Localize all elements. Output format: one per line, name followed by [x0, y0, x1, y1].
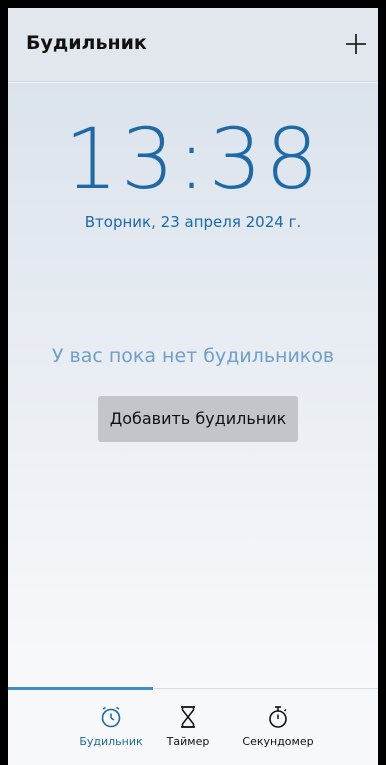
- active-tab-indicator: [8, 687, 153, 690]
- tab-label-timer: Таймер: [166, 735, 210, 748]
- add-icon[interactable]: [342, 30, 370, 58]
- window-frame: Будильник 13:38 Вторник, 23 апреля 2024 …: [0, 0, 386, 765]
- current-time: 13:38: [64, 110, 322, 208]
- hourglass-icon: [181, 706, 195, 728]
- main-content: 13:38 Вторник, 23 апреля 2024 г. У вас п…: [8, 83, 378, 695]
- empty-state-message: У вас пока нет будильников: [51, 345, 335, 367]
- add-alarm-button[interactable]: Добавить будильник: [98, 396, 298, 442]
- tab-stopwatch[interactable]: Секундомер: [234, 705, 322, 748]
- current-date: Вторник, 23 апреля 2024 г.: [84, 213, 302, 231]
- tab-alarm[interactable]: Будильник: [76, 705, 146, 748]
- alarm-clock-icon: [101, 706, 121, 728]
- app-screen: Будильник 13:38 Вторник, 23 апреля 2024 …: [8, 8, 378, 765]
- bottom-tab-bar: Будильник Таймер Секундомер: [8, 687, 378, 765]
- tab-label-stopwatch: Секундомер: [242, 735, 314, 748]
- stopwatch-icon: [269, 706, 287, 728]
- tab-timer[interactable]: Таймер: [163, 705, 213, 748]
- tab-label-alarm: Будильник: [79, 735, 143, 748]
- app-header: Будильник: [8, 8, 378, 82]
- page-title: Будильник: [26, 32, 147, 54]
